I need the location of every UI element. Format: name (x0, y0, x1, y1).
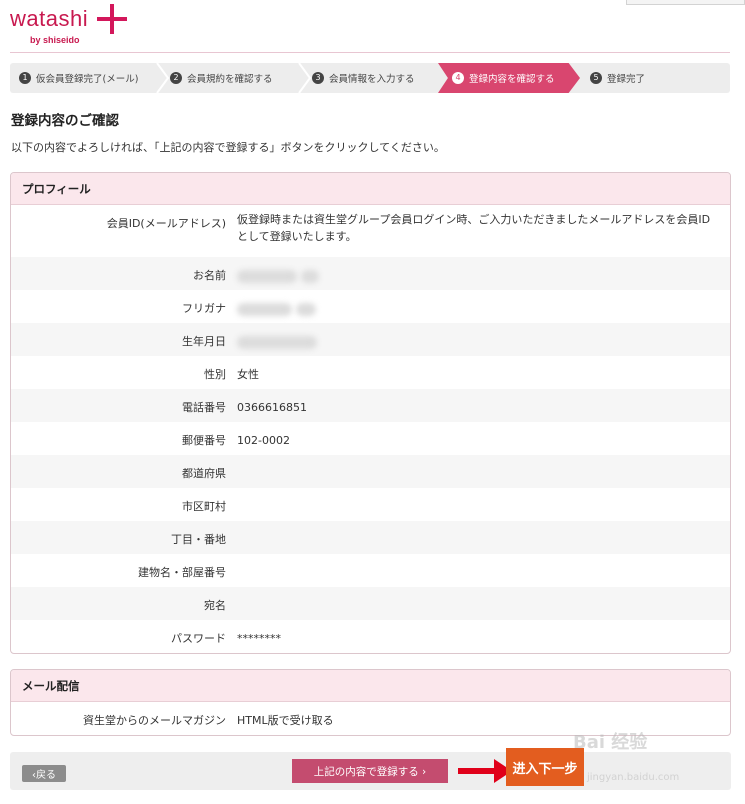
row-label: お名前 (193, 269, 226, 282)
profile-row-building: 建物名・部屋番号 (11, 554, 730, 587)
row-value: 0366616851 (237, 401, 307, 414)
row-label: 生年月日 (182, 335, 226, 348)
mail-panel: メール配信 資生堂からのメールマガジン HTML版で受け取る (10, 669, 731, 736)
mail-heading: メール配信 (11, 670, 730, 702)
row-value-redacted (226, 290, 716, 317)
row-value (226, 521, 716, 531)
back-button[interactable]: ‹戻る (22, 765, 66, 782)
step-label: 登録完了 (607, 74, 646, 85)
step-number-icon: 5 (590, 72, 602, 84)
row-label: 会員ID(メールアドレス) (106, 217, 226, 230)
profile-row-addressee: 宛名 (11, 587, 730, 620)
profile-row-password: パスワード ******** (11, 620, 730, 653)
step-1: 1 仮会員登録完了(メール) (10, 63, 156, 93)
progress-steps: 1 仮会員登録完了(メール) 2 会員規約を確認する 3 会員情報を入力する 4… (10, 63, 730, 93)
profile-row-street: 丁目・番地 (11, 521, 730, 554)
row-value (226, 455, 716, 465)
red-arrow-icon (458, 759, 512, 783)
baidu-watermark: Bai 经验 jingyan.baidu.com (573, 728, 738, 798)
row-label: 宛名 (204, 599, 226, 612)
step-label: 登録内容を確認する (469, 74, 555, 85)
row-label: 電話番号 (182, 401, 226, 414)
row-value: 102-0002 (237, 434, 290, 447)
profile-row-postal-code: 郵便番号 102-0002 (11, 422, 730, 455)
profile-row-phone: 電話番号 0366616851 (11, 389, 730, 422)
step-label: 会員規約を確認する (187, 74, 273, 85)
row-label: 市区町村 (182, 500, 226, 513)
row-label: フリガナ (182, 302, 226, 315)
profile-row-gender: 性別 女性 (11, 356, 730, 389)
row-value: 仮登録時または資生堂グループ会員ログイン時、ご入力いただきましたメールアドレスを… (237, 213, 711, 243)
logo-plus-icon (97, 4, 127, 34)
step-number-icon: 4 (452, 72, 464, 84)
row-label: 性別 (204, 368, 226, 381)
register-submit-button[interactable]: 上記の内容で登録する › (292, 759, 448, 783)
page-title: 登録内容のご確認 (11, 113, 119, 129)
profile-row-name: お名前 (11, 257, 730, 290)
browser-tab-edge (626, 0, 745, 5)
step-label: 仮会員登録完了(メール) (36, 74, 139, 85)
row-label: 郵便番号 (182, 434, 226, 447)
row-label: 都道府県 (182, 467, 226, 480)
profile-row-birthdate: 生年月日 (11, 323, 730, 356)
step-separator-icon (156, 63, 170, 93)
step-number-icon: 3 (312, 72, 324, 84)
row-value (226, 488, 716, 498)
profile-heading: プロフィール (11, 173, 730, 205)
step-4-current: 4 登録内容を確認する (438, 63, 580, 93)
row-value (226, 554, 716, 564)
row-label: パスワード (171, 632, 226, 645)
profile-row-prefecture: 都道府県 (11, 455, 730, 488)
step-separator-icon (298, 63, 312, 93)
watashi-logo[interactable]: watashi by shiseido (10, 4, 150, 48)
step-3: 3 会員情報を入力する (312, 63, 438, 93)
row-value: 女性 (237, 368, 259, 381)
profile-panel: プロフィール 会員ID(メールアドレス) 仮登録時または資生堂グループ会員ログイ… (10, 172, 731, 654)
logo-wordmark: watashi (10, 6, 89, 31)
watermark-url: jingyan.baidu.com (587, 772, 680, 783)
step-5: 5 登録完了 (590, 63, 720, 93)
row-label: 資生堂からのメールマガジン (83, 714, 226, 727)
row-label: 建物名・部屋番号 (138, 566, 226, 579)
row-value-redacted (226, 323, 716, 350)
profile-row-furigana: フリガナ (11, 290, 730, 323)
step-number-icon: 2 (170, 72, 182, 84)
step-number-icon: 1 (19, 72, 31, 84)
row-value-redacted (226, 257, 716, 284)
watermark-text: Bai 经验 (573, 732, 648, 753)
logo-subtitle: by shiseido (30, 35, 80, 45)
profile-row-member-id: 会員ID(メールアドレス) 仮登録時または資生堂グループ会員ログイン時、ご入力い… (11, 205, 730, 257)
step-label: 会員情報を入力する (329, 74, 415, 85)
row-label: 丁目・番地 (171, 533, 226, 546)
row-value: HTML版で受け取る (237, 714, 334, 727)
header-divider (10, 52, 730, 53)
row-value: ******** (237, 632, 281, 645)
profile-row-city: 市区町村 (11, 488, 730, 521)
row-value (226, 587, 716, 597)
page-intro: 以下の内容でよろしければ、「上記の内容で登録する」ボタンをクリックしてください。 (11, 141, 445, 154)
step-2: 2 会員規約を確認する (170, 63, 304, 93)
